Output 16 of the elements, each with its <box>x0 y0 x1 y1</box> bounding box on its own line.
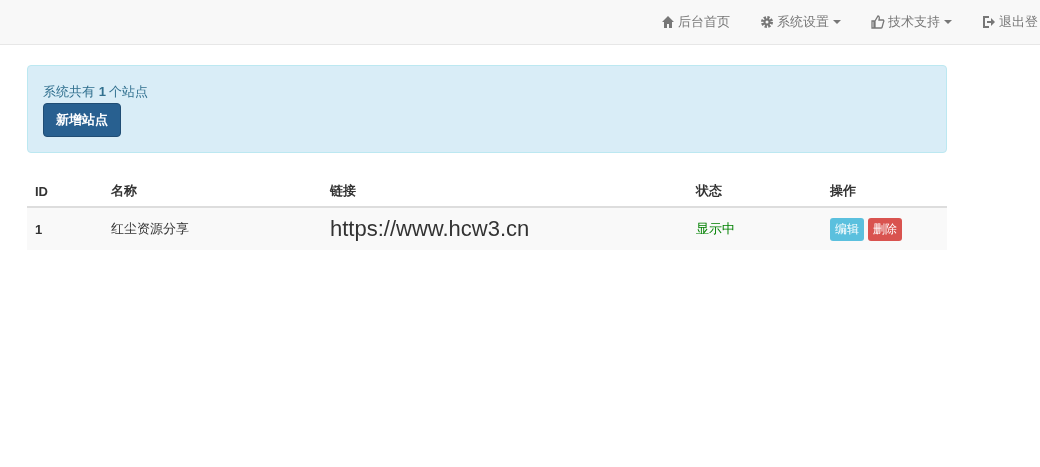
caret-icon <box>833 20 841 24</box>
table-cell: 1 <box>35 221 43 237</box>
home-icon <box>661 15 675 29</box>
nav-item[interactable]: 后台首页 <box>646 13 745 31</box>
thumb-icon <box>871 15 885 29</box>
add-site-button[interactable]: 新增站点 <box>43 103 121 137</box>
logout-icon <box>982 15 996 29</box>
nav-item[interactable]: 系统设置 <box>745 13 856 31</box>
nav-item[interactable]: 退出登 <box>967 13 1038 31</box>
status-text: 显示中 <box>696 221 735 236</box>
nav-item[interactable]: 技术支持 <box>856 13 967 31</box>
gear-icon <box>760 15 774 29</box>
delete-button[interactable]: 删除 <box>868 217 902 241</box>
table-cell: 红尘资源分享 <box>111 221 189 236</box>
caret-icon <box>944 20 952 24</box>
site-count-text: 系统共有 1 个站点 <box>43 83 149 101</box>
